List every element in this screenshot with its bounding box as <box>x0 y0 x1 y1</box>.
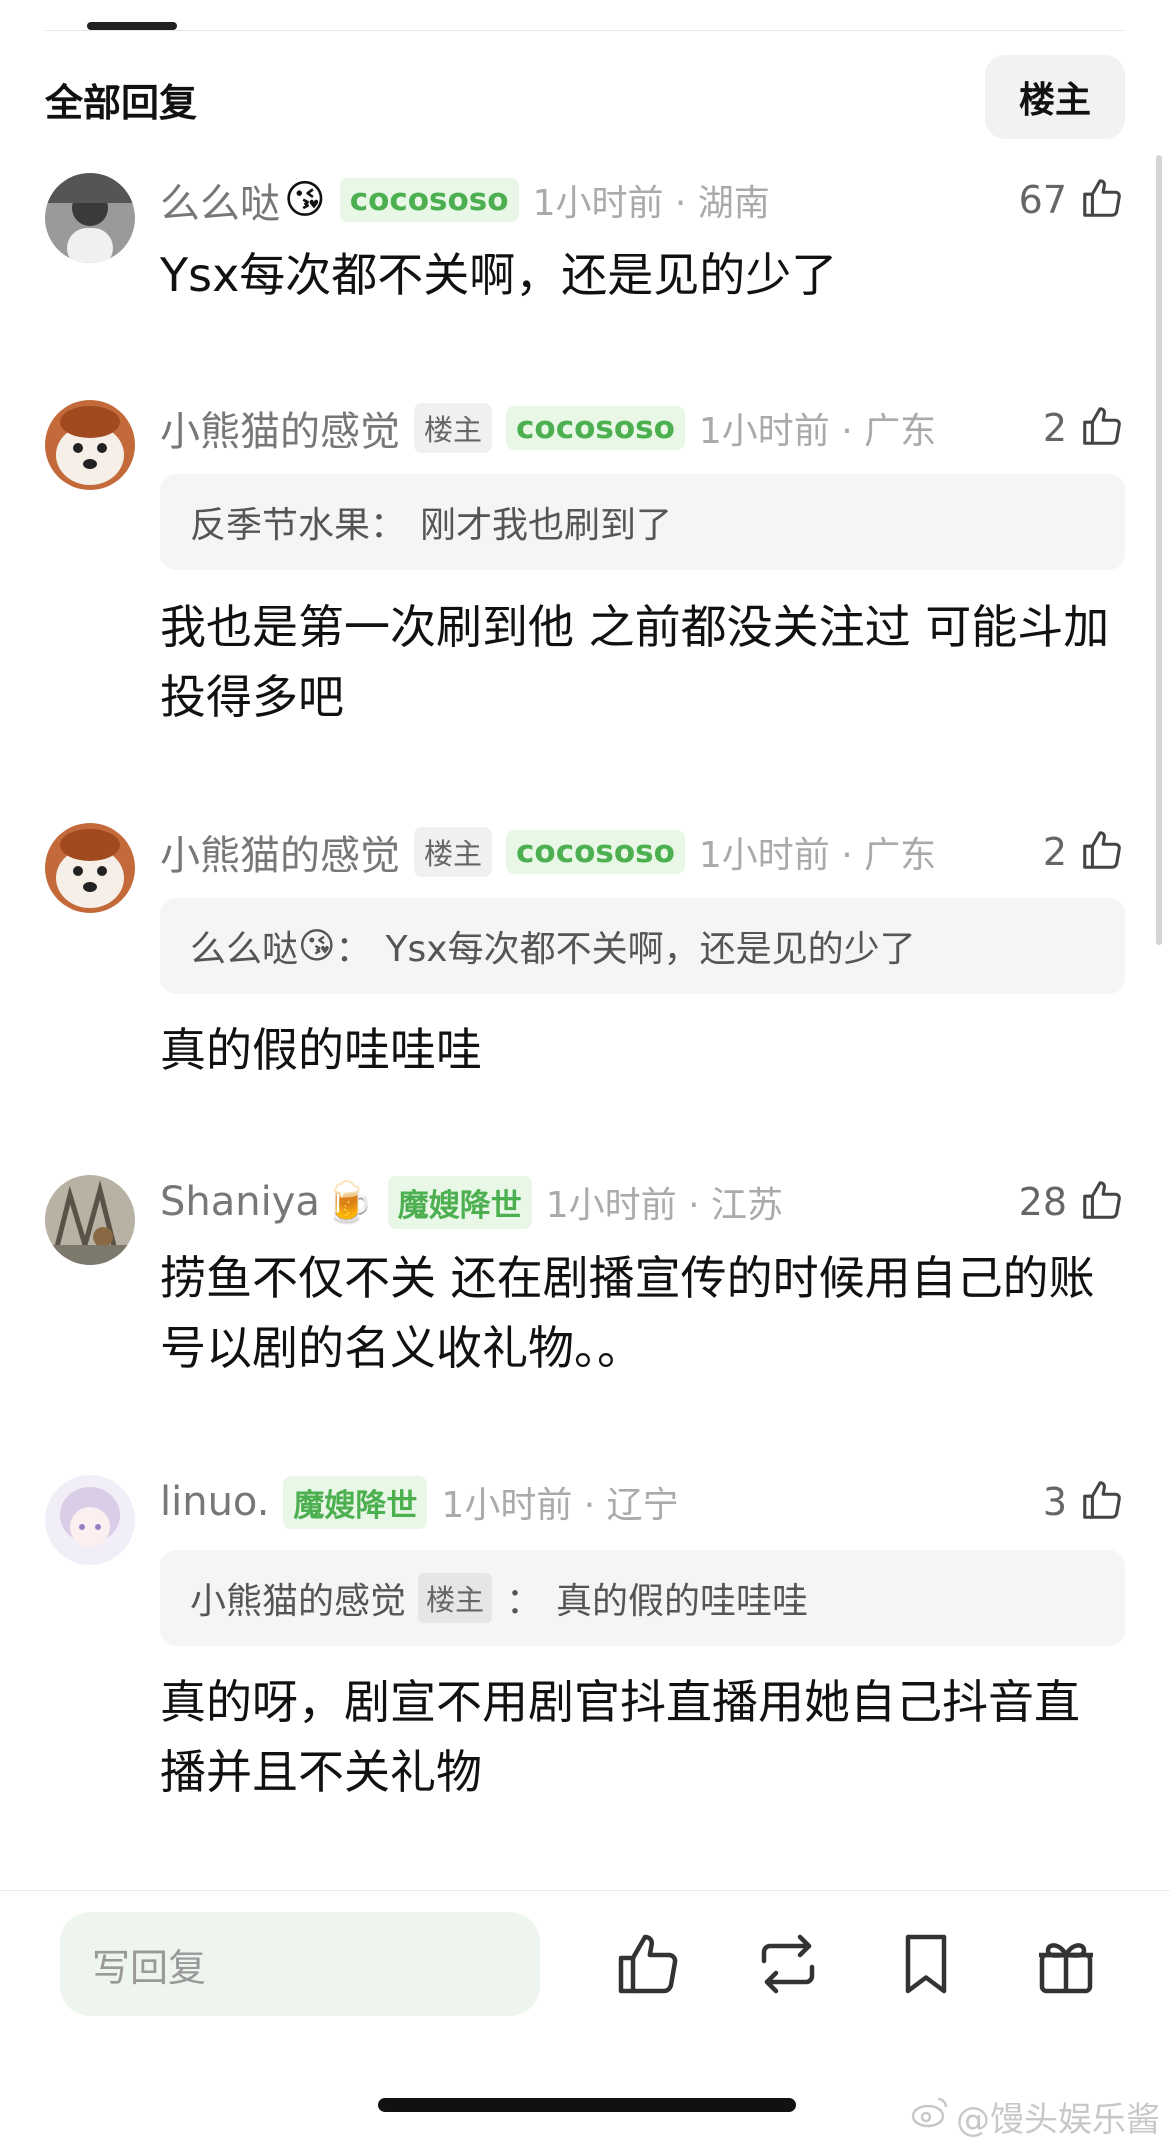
home-indicator <box>378 2098 796 2112</box>
username[interactable]: Shaniya <box>160 1179 320 1225</box>
quoted-text: 刚才我也刷到了 <box>420 505 673 546</box>
quote-separator: ： <box>335 929 372 970</box>
all-replies-title: 全部回复 <box>45 81 198 125</box>
username[interactable]: linuo. <box>160 1479 269 1525</box>
gift-button[interactable] <box>1030 1928 1102 2000</box>
comment-text: 真的假的哇哇哇 <box>160 1023 482 1077</box>
gift-icon <box>1039 1943 1093 1994</box>
bookmark-icon <box>905 1934 947 1994</box>
repost-button[interactable] <box>752 1928 824 2000</box>
bookmark-button[interactable] <box>890 1928 962 2000</box>
bottom-bar-divider <box>0 1890 1170 1891</box>
comment-text: 我也是第一次刷到他 之前都没关注过 可能斗加投得多吧 <box>160 600 1110 724</box>
like-button[interactable]: 3 <box>1043 1472 1125 1532</box>
active-tab-indicator <box>87 22 177 30</box>
username[interactable]: 么么哒 <box>160 171 280 229</box>
comment-text: Ysx每次都不关啊，还是见的少了 <box>160 248 838 302</box>
fan-badge[interactable]: 魔嫂降世 <box>387 1175 532 1229</box>
comment-header: linuo. 魔嫂降世 1小时前 · 辽宁 <box>160 1472 679 1532</box>
quoted-author[interactable]: 小熊猫的感觉 <box>190 1572 406 1624</box>
quote-separator: ： <box>506 1581 543 1622</box>
avatar[interactable] <box>45 823 135 913</box>
quoted-text: 真的假的哇哇哇 <box>556 1581 809 1622</box>
scrollbar[interactable] <box>1156 155 1162 945</box>
comment-meta: 1小时前 · 辽宁 <box>441 1485 679 1526</box>
weibo-logo-icon <box>910 2095 950 2138</box>
comment-meta: 1小时前 · 广东 <box>698 835 937 876</box>
fan-badge[interactable]: cocososo <box>339 178 519 222</box>
reply-input[interactable]: 写回复 <box>60 1912 540 2016</box>
comment-header: 小熊猫的感觉 楼主 cocososo 1小时前 · 广东 <box>160 398 936 458</box>
comment-meta: 1小时前 · 湖南 <box>532 183 770 224</box>
op-badge: 楼主 <box>418 1573 493 1623</box>
like-post-button[interactable] <box>612 1928 684 2000</box>
watermark: @馒头娱乐酱 <box>910 2092 1160 2141</box>
comment-text: 真的呀，剧宣不用剧官抖直播用她自己抖音直播并且不关礼物 <box>160 1675 1080 1799</box>
beer-mug-icon: 🍺 <box>323 1179 374 1226</box>
top-divider <box>45 30 1125 31</box>
op-badge: 楼主 <box>414 403 493 453</box>
username[interactable]: 小熊猫的感觉 <box>160 399 400 457</box>
comment-meta: 1小时前 · 江苏 <box>545 1185 783 1226</box>
thumbs-up-icon <box>1079 175 1125 225</box>
thumbs-up-icon <box>618 1934 678 1994</box>
op-badge: 楼主 <box>414 827 493 877</box>
like-button[interactable]: 2 <box>1043 398 1125 458</box>
like-button[interactable]: 2 <box>1043 822 1125 882</box>
quoted-reply[interactable]: 反季节水果 ： 刚才我也刷到了 <box>160 474 1125 570</box>
like-count: 67 <box>1018 178 1067 222</box>
comment-header: Shaniya 🍺 魔嫂降世 1小时前 · 江苏 <box>160 1172 783 1232</box>
quoted-author[interactable]: 么么哒 <box>190 920 298 972</box>
comment-meta: 1小时前 · 广东 <box>698 411 937 452</box>
thumbs-up-icon <box>1079 1477 1125 1527</box>
fan-badge[interactable]: 魔嫂降世 <box>283 1475 428 1529</box>
avatar[interactable] <box>45 1175 135 1265</box>
like-button[interactable]: 28 <box>1019 1172 1125 1232</box>
repost-icon <box>761 1934 815 1994</box>
fan-badge[interactable]: cocososo <box>506 406 685 450</box>
kiss-emoji-icon: 😘 <box>284 177 326 223</box>
like-count: 3 <box>1042 1480 1067 1524</box>
avatar[interactable] <box>45 1475 135 1565</box>
kiss-emoji-icon: 😘 <box>298 925 336 967</box>
thumbs-up-icon <box>1079 827 1125 877</box>
fan-badge[interactable]: cocososo <box>506 830 685 874</box>
quote-separator: ： <box>370 505 407 546</box>
quoted-reply[interactable]: 么么哒 😘 ： Ysx每次都不关啊，还是见的少了 <box>160 898 1125 994</box>
like-count: 28 <box>1018 1180 1067 1224</box>
username[interactable]: 小熊猫的感觉 <box>160 823 400 881</box>
comment-text: 捞鱼不仅不关 还在剧播宣传的时候用自己的账号以剧的名义收礼物。。 <box>160 1251 1095 1375</box>
like-button[interactable]: 67 <box>1019 170 1125 230</box>
watermark-text: @馒头娱乐酱 <box>956 2100 1160 2140</box>
comment-header: 小熊猫的感觉 楼主 cocososo 1小时前 · 广东 <box>160 822 936 882</box>
thumbs-up-icon <box>1079 1177 1125 1227</box>
avatar[interactable] <box>45 400 135 490</box>
op-only-filter-button[interactable]: 楼主 <box>985 55 1125 139</box>
like-count: 2 <box>1042 406 1067 450</box>
avatar[interactable] <box>45 173 135 263</box>
thumbs-up-icon <box>1079 403 1125 453</box>
quoted-reply[interactable]: 小熊猫的感觉 楼主 ： 真的假的哇哇哇 <box>160 1550 1125 1646</box>
quoted-author[interactable]: 反季节水果 <box>190 496 370 548</box>
comment-header: 么么哒 😘 cocososo 1小时前 · 湖南 <box>160 170 770 230</box>
like-count: 2 <box>1042 830 1067 874</box>
quoted-text: Ysx每次都不关啊，还是见的少了 <box>385 929 916 970</box>
